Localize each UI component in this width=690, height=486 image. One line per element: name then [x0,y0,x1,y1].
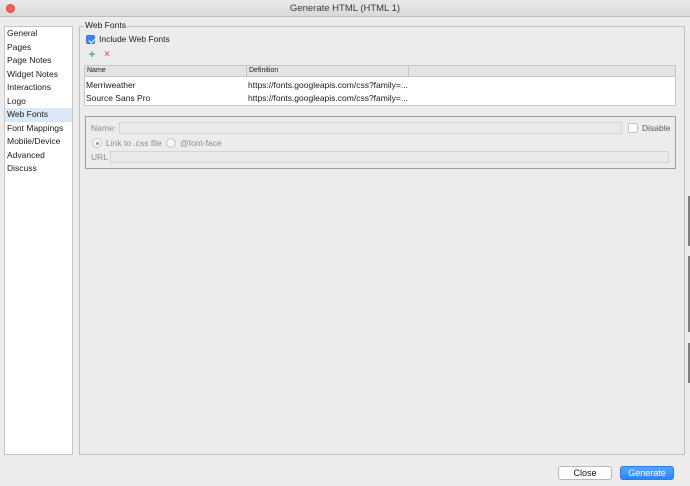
sidebar-item-page-notes[interactable]: Page Notes [5,54,72,68]
sidebar-item-mobile-device[interactable]: Mobile/Device [5,135,72,149]
font-face-label: @font-face [180,138,222,148]
disable-label: Disable [642,123,671,133]
close-button[interactable]: Close [558,466,612,480]
group-title: Web Fonts [84,20,127,30]
sidebar-item-advanced[interactable]: Advanced [5,149,72,163]
sidebar-item-logo[interactable]: Logo [5,95,72,109]
font-face-radio[interactable] [166,138,176,148]
disable-checkbox[interactable] [628,123,638,133]
link-css-radio[interactable] [92,138,102,148]
table-header: Name Definition [85,66,675,77]
url-label: URL [91,152,109,162]
include-web-fonts-label: Include Web Fonts [99,34,170,44]
sidebar-item-font-mappings[interactable]: Font Mappings [5,122,72,136]
dialog-window: Generate HTML (HTML 1) General Pages Pag… [0,0,690,486]
column-header-name[interactable]: Name [85,66,247,76]
name-label: Name: [91,123,117,133]
sidebar-item-pages[interactable]: Pages [5,41,72,55]
url-input[interactable] [110,151,669,163]
column-header-definition[interactable]: Definition [247,66,409,76]
sidebar-item-interactions[interactable]: Interactions [5,81,72,95]
link-css-label: Link to .css file [106,138,162,148]
generate-button[interactable]: Generate [620,466,674,480]
sidebar-item-general[interactable]: General [5,27,72,41]
font-definition-cell: https://fonts.googleapis.com/css?family=… [248,93,408,103]
x-icon[interactable]: × [102,50,112,60]
font-name-cell: Merriweather [86,80,136,90]
sidebar-item-web-fonts[interactable]: Web Fonts [5,108,72,122]
font-name-cell: Source Sans Pro [86,93,151,103]
web-fonts-table: Name Definition Merriweather https://fon… [84,65,676,106]
sidebar: General Pages Page Notes Widget Notes In… [4,26,73,455]
sidebar-item-discuss[interactable]: Discuss [5,162,72,176]
title-bar: Generate HTML (HTML 1) [0,0,690,17]
name-input[interactable] [119,122,622,134]
table-row[interactable]: Merriweather https://fonts.googleapis.co… [85,79,675,92]
window-title: Generate HTML (HTML 1) [289,3,401,14]
include-web-fonts-checkbox[interactable] [86,35,95,44]
sidebar-item-widget-notes[interactable]: Widget Notes [5,68,72,82]
table-row[interactable]: Source Sans Pro https://fonts.googleapis… [85,92,675,105]
font-definition-cell: https://fonts.googleapis.com/css?family=… [248,80,408,90]
plus-icon[interactable]: + [87,50,97,61]
